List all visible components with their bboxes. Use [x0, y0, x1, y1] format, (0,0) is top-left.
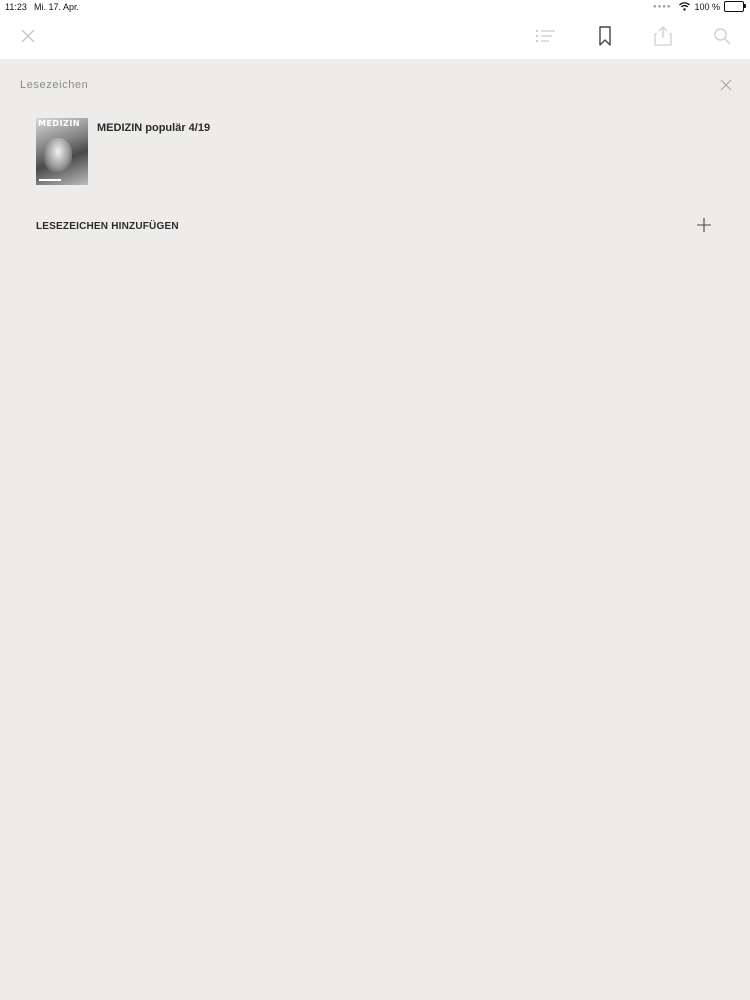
reader-toolbar — [0, 14, 750, 59]
signal-icon: ●●●● — [652, 3, 672, 10]
bookmarks-panel: Lesezeichen MEDIZIN MEDIZIN populär 4/19… — [0, 59, 750, 1000]
status-time: 11:23 — [5, 2, 27, 12]
battery-percent: 100 % — [694, 1, 720, 12]
status-indicators: ●●●● 100 % — [652, 1, 746, 12]
bookmark-item[interactable]: MEDIZIN MEDIZIN populär 4/19 — [36, 118, 716, 186]
plus-icon[interactable] — [696, 217, 712, 233]
search-icon[interactable] — [710, 24, 734, 48]
table-of-contents-icon[interactable] — [533, 24, 557, 48]
bookmark-title: MEDIZIN populär 4/19 — [97, 122, 211, 134]
cover-masthead: MEDIZIN — [38, 119, 81, 128]
status-date: Mi. 17. Apr. — [34, 2, 80, 12]
magazine-cover-thumbnail: MEDIZIN — [36, 118, 88, 185]
close-icon[interactable] — [16, 24, 40, 48]
add-bookmark-button[interactable]: LESEZEICHEN HINZUFÜGEN — [36, 217, 716, 239]
panel-title: Lesezeichen — [20, 79, 89, 91]
close-panel-icon[interactable] — [718, 77, 734, 93]
status-bar: 11:23 Mi. 17. Apr. ●●●● 100 % — [0, 0, 750, 14]
add-bookmark-label: LESEZEICHEN HINZUFÜGEN — [36, 221, 179, 232]
battery-icon — [724, 1, 746, 12]
wifi-icon — [679, 2, 691, 11]
bookmark-icon[interactable] — [593, 24, 617, 48]
share-icon[interactable] — [651, 24, 675, 48]
